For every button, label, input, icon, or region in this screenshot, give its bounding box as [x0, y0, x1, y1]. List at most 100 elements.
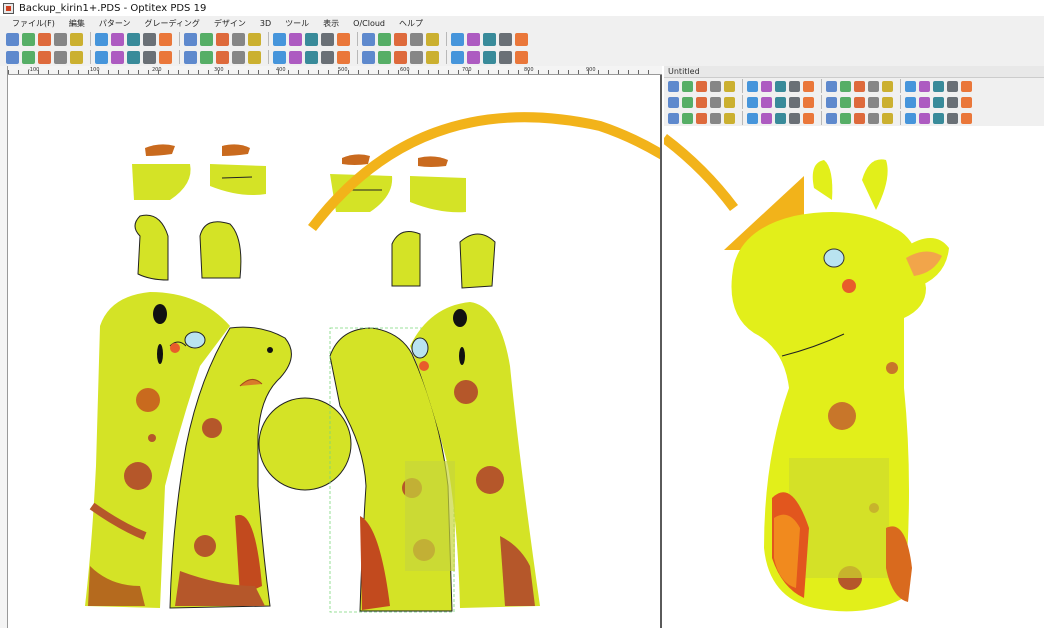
paste-icon[interactable]	[710, 112, 721, 124]
import-icon[interactable]	[775, 80, 786, 92]
notch-icon[interactable]	[961, 80, 972, 92]
export-icon[interactable]	[761, 80, 772, 92]
pen-icon[interactable]	[789, 112, 800, 124]
trace-icon[interactable]	[426, 50, 439, 64]
marker-icon[interactable]	[854, 96, 865, 108]
point-icon[interactable]	[289, 32, 302, 46]
copy-icon[interactable]	[696, 112, 707, 124]
color-icon[interactable]	[803, 96, 814, 108]
rule-icon[interactable]	[248, 50, 261, 64]
notch-icon[interactable]	[337, 32, 350, 46]
notch-icon[interactable]	[803, 112, 814, 124]
shape-icon[interactable]	[724, 96, 735, 108]
text-icon[interactable]	[273, 50, 286, 64]
undo-icon[interactable]	[803, 80, 814, 92]
offset-icon[interactable]	[410, 50, 423, 64]
line-icon[interactable]	[775, 112, 786, 124]
fold-icon[interactable]	[947, 112, 958, 124]
point-icon[interactable]	[919, 80, 930, 92]
menu-help[interactable]: ヘルプ	[399, 18, 423, 29]
group-icon[interactable]	[775, 96, 786, 108]
measure-icon[interactable]	[747, 112, 758, 124]
sew-icon[interactable]	[426, 32, 439, 46]
menu-ocloud[interactable]: O/Cloud	[353, 19, 385, 28]
arrow-icon[interactable]	[6, 32, 19, 46]
size-icon[interactable]	[232, 50, 245, 64]
table-icon[interactable]	[882, 80, 893, 92]
marker-icon[interactable]	[216, 50, 229, 64]
open-icon[interactable]	[696, 80, 707, 92]
print-icon[interactable]	[724, 80, 735, 92]
menu-3d[interactable]: 3D	[260, 19, 271, 28]
line-icon[interactable]	[933, 80, 944, 92]
cut-icon[interactable]	[200, 32, 213, 46]
arrow-icon[interactable]	[668, 80, 679, 92]
zoom-icon[interactable]	[789, 80, 800, 92]
layer-icon[interactable]	[761, 96, 772, 108]
import-icon[interactable]	[127, 32, 140, 46]
menu-tools[interactable]: ツール	[285, 18, 309, 29]
redo-icon[interactable]	[184, 32, 197, 46]
size-icon[interactable]	[868, 96, 879, 108]
pleat-icon[interactable]	[467, 32, 480, 46]
menu-file[interactable]: ファイル(F)	[12, 18, 55, 29]
merge-icon[interactable]	[394, 50, 407, 64]
line-icon[interactable]	[305, 32, 318, 46]
menu-view[interactable]: 表示	[323, 18, 339, 29]
mirror-icon[interactable]	[868, 112, 879, 124]
scale-icon[interactable]	[451, 50, 464, 64]
export-icon[interactable]	[111, 32, 124, 46]
filter-icon[interactable]	[289, 50, 302, 64]
paste-icon[interactable]	[232, 32, 245, 46]
help-icon[interactable]	[961, 96, 972, 108]
menu-grading[interactable]: グレーディング	[144, 18, 199, 29]
pen-icon[interactable]	[321, 32, 334, 46]
plot-icon[interactable]	[184, 50, 197, 64]
filter-icon[interactable]	[919, 96, 930, 108]
seam-icon[interactable]	[905, 112, 916, 124]
rotate-icon[interactable]	[394, 32, 407, 46]
dart-icon[interactable]	[933, 112, 944, 124]
new-icon[interactable]	[22, 32, 35, 46]
paste-icon[interactable]	[868, 80, 879, 92]
rule-icon[interactable]	[882, 96, 893, 108]
menu-design[interactable]: デザイン	[214, 18, 246, 29]
nest-icon[interactable]	[200, 50, 213, 64]
pleat-icon[interactable]	[919, 112, 930, 124]
info-icon[interactable]	[321, 50, 334, 64]
pin-icon[interactable]	[483, 50, 496, 64]
hand-icon[interactable]	[499, 50, 512, 64]
lock-icon[interactable]	[789, 96, 800, 108]
wave-icon[interactable]	[515, 50, 528, 64]
mirror-icon[interactable]	[410, 32, 423, 46]
circle-icon[interactable]	[38, 50, 51, 64]
point-icon[interactable]	[761, 112, 772, 124]
circle-icon[interactable]	[696, 96, 707, 108]
fill-icon[interactable]	[747, 96, 758, 108]
rect-icon[interactable]	[710, 96, 721, 108]
copy-icon[interactable]	[216, 32, 229, 46]
plot-icon[interactable]	[826, 96, 837, 108]
flip-icon[interactable]	[467, 50, 480, 64]
stitch-icon[interactable]	[826, 112, 837, 124]
rotate-icon[interactable]	[854, 112, 865, 124]
stitch-icon[interactable]	[362, 32, 375, 46]
layer-icon[interactable]	[111, 50, 124, 64]
sew-icon[interactable]	[882, 112, 893, 124]
menu-pattern[interactable]: パターン	[99, 18, 131, 29]
pattern-canvas[interactable]: -100100200300400500600700800900	[0, 66, 662, 628]
tile-icon[interactable]	[362, 50, 375, 64]
piece-icon[interactable]	[668, 96, 679, 108]
measure-icon[interactable]	[905, 80, 916, 92]
undo-icon[interactable]	[159, 32, 172, 46]
redo-icon[interactable]	[826, 80, 837, 92]
fill-icon[interactable]	[95, 50, 108, 64]
lock-icon[interactable]	[143, 50, 156, 64]
redo-icon[interactable]	[668, 112, 679, 124]
nest-icon[interactable]	[840, 96, 851, 108]
curve-icon[interactable]	[840, 112, 851, 124]
align-icon[interactable]	[22, 50, 35, 64]
help-icon[interactable]	[337, 50, 350, 64]
copy-icon[interactable]	[854, 80, 865, 92]
cut-icon[interactable]	[840, 80, 851, 92]
